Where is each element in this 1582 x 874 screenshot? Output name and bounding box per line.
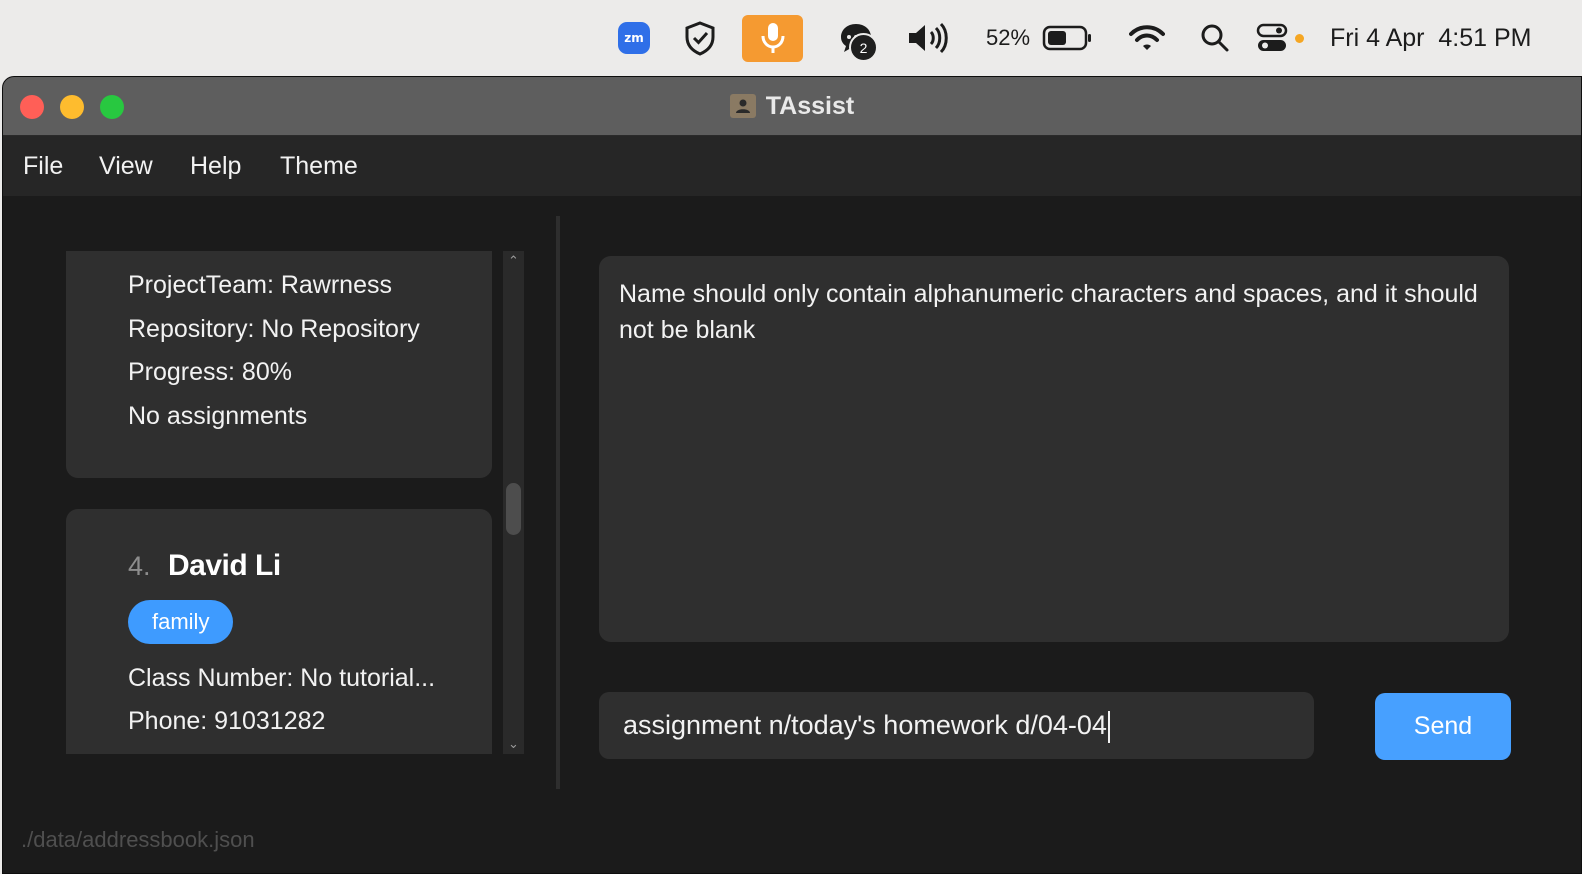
assignments: No assignments bbox=[128, 402, 308, 430]
class-number: Class Number: No tutorial... bbox=[128, 664, 436, 692]
app-menu-bar: File View Help Theme bbox=[3, 136, 1581, 196]
window-title: TAssist bbox=[765, 91, 855, 120]
project-team: ProjectTeam: Rawrness bbox=[128, 271, 392, 299]
microphone-icon[interactable] bbox=[742, 0, 803, 76]
command-input[interactable] bbox=[599, 692, 1314, 759]
text-caret bbox=[1108, 711, 1110, 743]
menu-help[interactable]: Help bbox=[190, 136, 241, 196]
person-list[interactable]: ProjectTeam: Rawrness Repository: No Rep… bbox=[66, 251, 492, 754]
person-tag: family bbox=[128, 600, 234, 644]
search-icon[interactable] bbox=[1199, 0, 1231, 76]
battery-percentage[interactable]: 52% bbox=[982, 0, 1034, 76]
scroll-thumb[interactable] bbox=[506, 483, 521, 535]
battery-icon[interactable] bbox=[1040, 0, 1096, 76]
person-index: 4. bbox=[128, 551, 151, 581]
menubar-clock[interactable]: Fri 4 Apr 4:51 PM bbox=[1330, 0, 1550, 76]
window-titlebar[interactable]: TAssist bbox=[3, 77, 1581, 136]
control-center-icon[interactable] bbox=[1255, 0, 1289, 76]
zoom-icon[interactable]: zm bbox=[617, 0, 651, 76]
menu-theme[interactable]: Theme bbox=[280, 136, 358, 196]
person-name: David Li bbox=[168, 549, 281, 582]
system-menubar: zm 2 52% Fri 4 Apr 4:51 PM bbox=[0, 0, 1582, 76]
split-pane-divider[interactable] bbox=[556, 216, 560, 789]
send-button[interactable]: Send bbox=[1375, 693, 1511, 760]
phone: Phone: 91031282 bbox=[128, 707, 326, 735]
volume-icon[interactable] bbox=[905, 0, 951, 76]
scroll-up-arrow-icon[interactable]: ⌃ bbox=[503, 251, 524, 271]
shield-icon[interactable] bbox=[681, 0, 719, 76]
person-card[interactable]: ProjectTeam: Rawrness Repository: No Rep… bbox=[66, 251, 492, 478]
result-display: Name should only contain alphanumeric ch… bbox=[599, 256, 1509, 642]
scroll-down-arrow-icon[interactable]: ⌄ bbox=[503, 734, 524, 754]
zoom-label: zm bbox=[618, 22, 650, 54]
person-card[interactable]: 4. David Li family Class Number: No tuto… bbox=[66, 509, 492, 754]
wifi-icon[interactable] bbox=[1128, 0, 1166, 76]
menu-file[interactable]: File bbox=[23, 136, 63, 196]
app-window: TAssist File View Help Theme ProjectTeam… bbox=[2, 76, 1582, 874]
chat-count-badge: 2 bbox=[849, 33, 878, 62]
progress: Progress: 80% bbox=[128, 358, 292, 386]
status-bar-save-location: ./data/addressbook.json bbox=[21, 827, 255, 852]
menu-view[interactable]: View bbox=[99, 136, 153, 196]
recording-indicator-dot bbox=[1295, 34, 1304, 43]
main-content: ProjectTeam: Rawrness Repository: No Rep… bbox=[3, 196, 1581, 873]
repository: Repository: No Repository bbox=[128, 315, 420, 343]
address-book-icon bbox=[729, 94, 756, 118]
person-list-scrollbar[interactable]: ⌃ ⌄ bbox=[503, 251, 524, 754]
